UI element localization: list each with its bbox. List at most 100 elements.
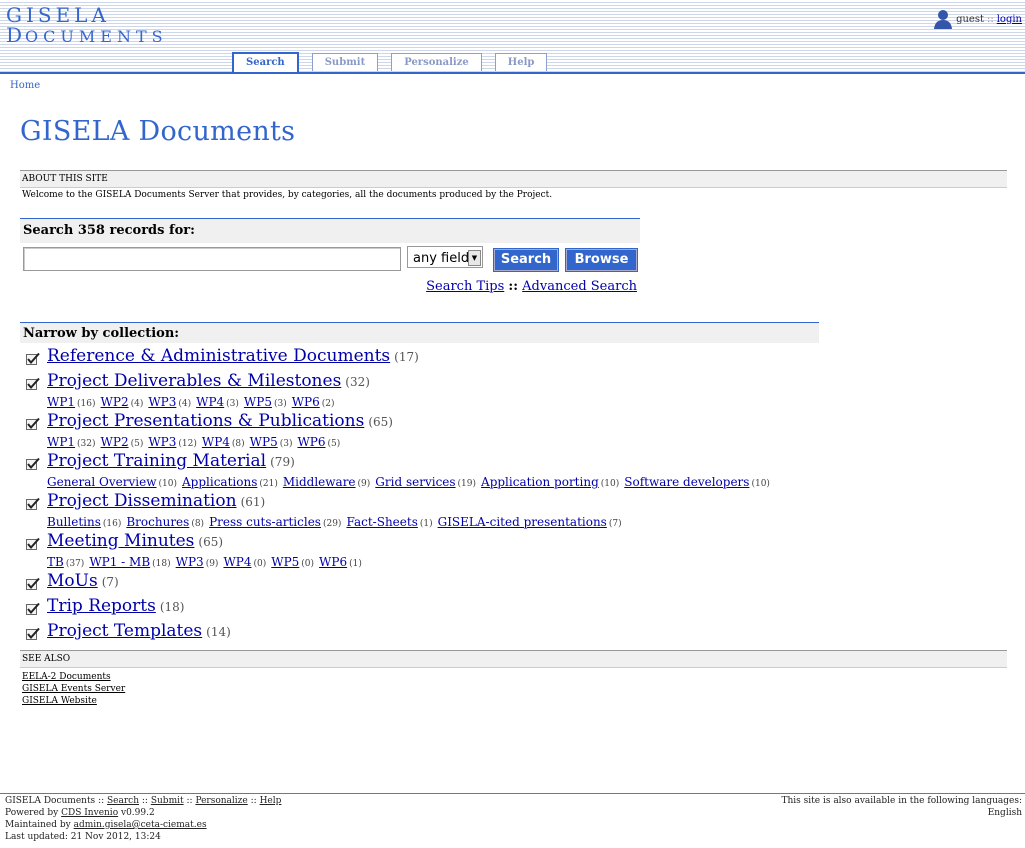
language-english[interactable]: English <box>782 807 1022 819</box>
collection-checkbox[interactable] <box>26 495 40 510</box>
subcollection-link[interactable]: WP4 <box>223 555 251 569</box>
search-input[interactable] <box>23 247 401 271</box>
subcollection-link[interactable]: WP1 - MB <box>89 555 150 569</box>
logo-line2: DOCUMENTS <box>6 25 168 47</box>
footer-link-submit[interactable]: Submit <box>151 796 184 806</box>
breadcrumb-home[interactable]: Home <box>10 80 40 91</box>
subcollection-link[interactable]: Application porting <box>481 475 599 489</box>
subcollection-link[interactable]: Middleware <box>283 475 356 489</box>
tab-help[interactable]: Help <box>494 53 548 71</box>
subcollection-link[interactable]: WP4 <box>202 435 230 449</box>
site-logo[interactable]: GISELA DOCUMENTS <box>6 5 168 47</box>
subcollection-link[interactable]: Applications <box>182 475 257 489</box>
footer-info: GISELA Documents :: Search :: Submit :: … <box>5 795 281 843</box>
subcollection-link[interactable]: General Overview <box>47 475 157 489</box>
subcollection-count: (3) <box>279 439 293 449</box>
subcollection-link[interactable]: WP6 <box>292 395 320 409</box>
subcollection-link[interactable]: Press cuts-articles <box>209 515 321 529</box>
subcollection-count: (32) <box>77 439 96 449</box>
subcollection-link[interactable]: TB <box>47 555 64 569</box>
tab-search[interactable]: Search <box>232 52 299 72</box>
collection-item: Meeting Minutes (65) <box>47 531 223 551</box>
collection-checkbox[interactable] <box>26 455 40 470</box>
collection-link[interactable]: Project Presentations & Publications <box>47 411 364 431</box>
search-tips-link[interactable]: Search Tips <box>426 279 504 294</box>
subcollection-link[interactable]: WP6 <box>319 555 347 569</box>
subcollection-link[interactable]: Bulletins <box>47 515 101 529</box>
login-link[interactable]: login <box>997 14 1022 25</box>
collection-link[interactable]: Project Deliverables & Milestones <box>47 371 341 391</box>
subcollection-link[interactable]: Software developers <box>624 475 749 489</box>
subcollection-link[interactable]: WP4 <box>196 395 224 409</box>
logo-line1: GISELA <box>6 3 110 27</box>
subcollection-count: (10) <box>158 479 177 489</box>
header-divider <box>0 72 1025 74</box>
subcollection-link[interactable]: WP5 <box>250 435 278 449</box>
subcollection-link[interactable]: WP2 <box>101 435 129 449</box>
collection-link[interactable]: Reference & Administrative Documents <box>47 346 390 366</box>
footer-link-personalize[interactable]: Personalize <box>195 796 247 806</box>
checkmark-icon <box>26 417 40 430</box>
subcollection-link[interactable]: GISELA-cited presentations <box>438 515 607 529</box>
subcollection-link[interactable]: WP2 <box>101 395 129 409</box>
collection-checkbox[interactable] <box>26 625 40 640</box>
see-also-link-events[interactable]: GISELA Events Server <box>22 683 125 695</box>
collection-link[interactable]: Project Dissemination <box>47 491 237 511</box>
tab-submit[interactable]: Submit <box>311 53 379 71</box>
footer-link-help[interactable]: Help <box>260 796 282 806</box>
collection-checkbox[interactable] <box>26 415 40 430</box>
subcollection-link[interactable]: WP1 <box>47 435 75 449</box>
cds-invenio-link[interactable]: CDS Invenio <box>61 808 118 818</box>
subcollection-link[interactable]: Grid services <box>375 475 455 489</box>
subcollection-count: (12) <box>178 439 197 449</box>
subcollection-link[interactable]: WP5 <box>244 395 272 409</box>
subcollection-link[interactable]: WP3 <box>176 555 204 569</box>
collection-checkbox[interactable] <box>26 350 40 365</box>
collection-count: (65) <box>198 535 224 549</box>
subcollection-link[interactable]: WP5 <box>271 555 299 569</box>
advanced-search-link[interactable]: Advanced Search <box>522 279 637 294</box>
footer-sep: :: <box>250 796 257 806</box>
subcollection-count: (21) <box>259 479 278 489</box>
browse-button[interactable]: Browse <box>565 248 638 272</box>
subcollection-count: (2) <box>321 399 335 409</box>
languages-note: This site is also available in the follo… <box>781 796 1023 806</box>
subcollection-link[interactable]: WP6 <box>297 435 325 449</box>
subcollection-count: (8) <box>191 519 205 529</box>
checkmark-icon <box>26 352 40 365</box>
collection-link[interactable]: Meeting Minutes <box>47 531 194 551</box>
see-also-heading: SEE ALSO <box>20 650 1007 668</box>
footer-link-search[interactable]: Search <box>107 796 139 806</box>
collection-count: (32) <box>345 375 370 389</box>
maintainer-email-link[interactable]: admin.gisela@ceta-ciemat.es <box>74 820 207 830</box>
collection-checkbox[interactable] <box>26 575 40 590</box>
checkmark-icon <box>26 577 40 590</box>
subcollection-count: (4) <box>178 399 192 409</box>
subcollection-link[interactable]: Brochures <box>126 515 189 529</box>
tab-personalize[interactable]: Personalize <box>391 53 482 71</box>
collection-link[interactable]: Project Templates <box>47 621 202 641</box>
subcollection-link[interactable]: WP3 <box>148 395 176 409</box>
collection-link[interactable]: Trip Reports <box>47 596 156 616</box>
field-select[interactable]: any field ▼ <box>407 246 483 268</box>
subcollection-link[interactable]: WP1 <box>47 395 75 409</box>
checkmark-icon <box>26 457 40 470</box>
search-button[interactable]: Search <box>493 248 559 272</box>
collection-count: (18) <box>159 600 185 614</box>
see-also-link-website[interactable]: GISELA Website <box>22 695 125 707</box>
checkmark-icon <box>26 627 40 640</box>
subcollection-link[interactable]: WP3 <box>148 435 176 449</box>
collection-checkbox[interactable] <box>26 375 40 390</box>
subcollection-link[interactable]: Fact-Sheets <box>346 515 417 529</box>
search-heading: Search 358 records for: <box>20 219 640 243</box>
checkmark-icon <box>26 537 40 550</box>
collection-link[interactable]: MoUs <box>47 571 98 591</box>
subcollection-count: (10) <box>600 479 620 489</box>
collection-link[interactable]: Project Training Material <box>47 451 266 471</box>
collection-checkbox[interactable] <box>26 535 40 550</box>
see-also-link-eela2[interactable]: EELA-2 Documents <box>22 671 125 683</box>
collection-checkbox[interactable] <box>26 600 40 615</box>
user-area: guest :: login <box>933 9 1022 29</box>
subcollection-count: (1) <box>419 519 433 529</box>
breadcrumb: Home <box>10 80 40 91</box>
